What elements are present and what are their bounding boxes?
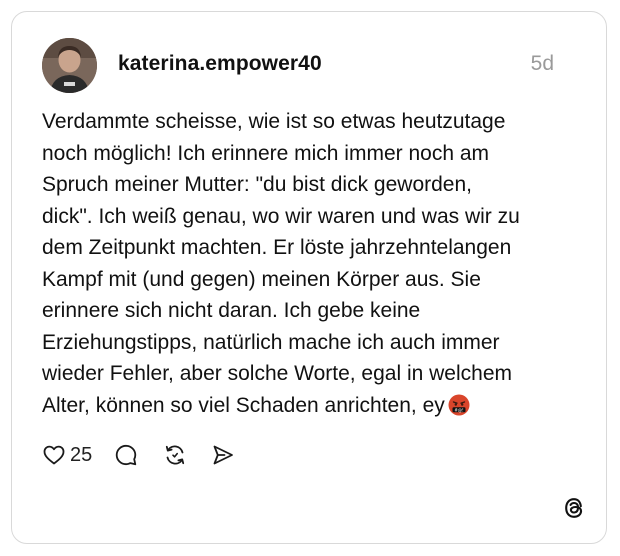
post-body: Verdammte scheisse, wie ist so etwas heu… [42, 106, 582, 421]
send-icon [213, 445, 234, 465]
post-card: katerina.empower40 5d Verdammte scheisse… [11, 11, 607, 544]
share-button[interactable] [211, 443, 235, 467]
repost-icon [166, 445, 185, 465]
timestamp: 5d [530, 52, 554, 75]
like-count: 25 [70, 443, 93, 466]
comment-icon [116, 444, 137, 466]
post-actions: 25 [42, 440, 235, 470]
repost-button[interactable] [163, 443, 187, 467]
avatar-photo-icon [42, 38, 97, 93]
heart-icon [43, 445, 65, 465]
svg-text:#@!: #@! [454, 407, 464, 412]
post-text: Verdammte scheisse, wie ist so etwas heu… [42, 110, 520, 417]
like-button[interactable]: 25 [42, 443, 92, 467]
avatar[interactable] [42, 38, 97, 93]
threads-logo-icon[interactable] [561, 495, 587, 521]
face-with-symbols-on-mouth-icon: #@! [448, 394, 470, 416]
username[interactable]: katerina.empower40 [118, 52, 322, 76]
reply-button[interactable] [114, 443, 138, 467]
